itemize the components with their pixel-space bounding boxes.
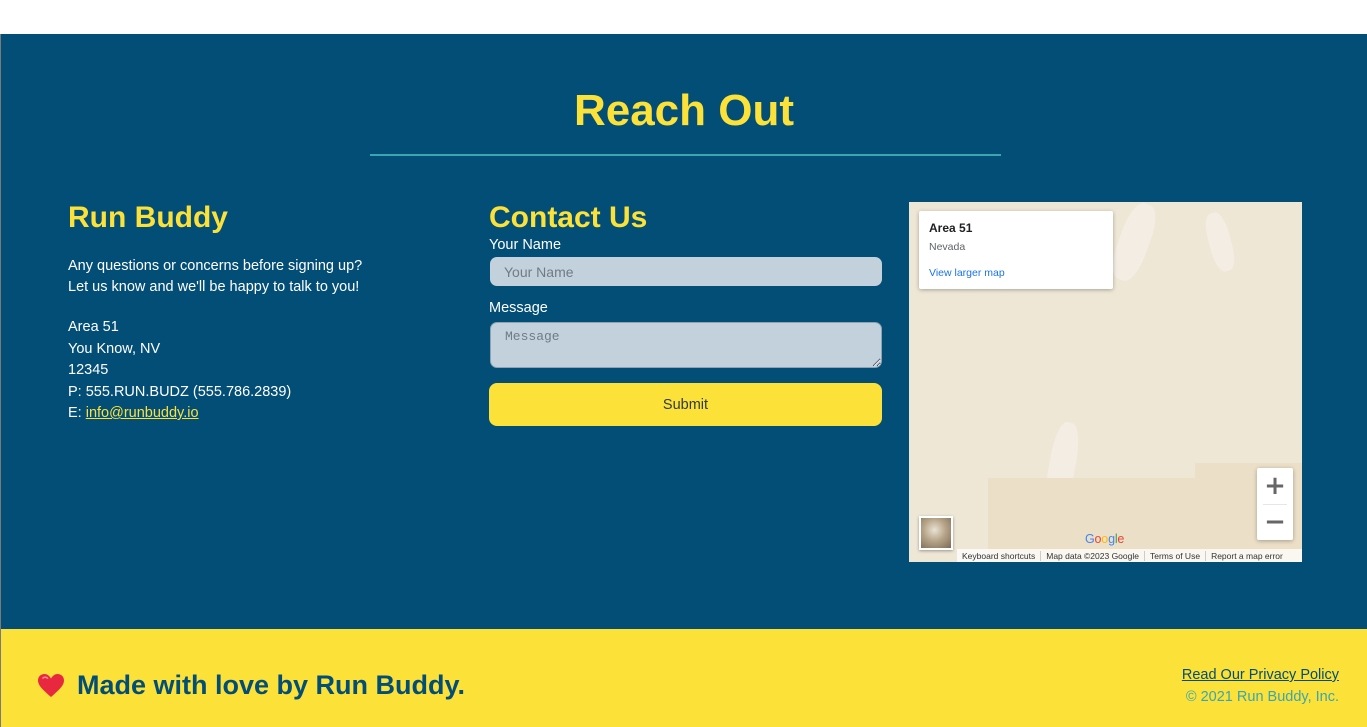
map-place-card: Area 51 Nevada View larger map	[919, 211, 1113, 289]
map-data-text: Map data ©2023 Google	[1041, 550, 1145, 561]
address-line-1: Area 51	[68, 319, 119, 335]
email-link[interactable]: info@runbuddy.io	[86, 405, 199, 421]
footer-tagline: Made with love by Run Buddy.	[77, 670, 466, 700]
email-prefix: E:	[68, 405, 86, 421]
map-zoom-control: + −	[1257, 468, 1293, 540]
minus-icon[interactable]: −	[1257, 504, 1293, 540]
address-line-3: 12345	[68, 362, 109, 378]
info-column: Run Buddy Any questions or concerns befo…	[68, 200, 448, 425]
map-place-name: Area 51	[929, 221, 973, 235]
contact-section: Reach Out Run Buddy Any questions or con…	[1, 34, 1367, 629]
report-error-link[interactable]: Report a map error	[1206, 551, 1288, 561]
view-larger-map-link[interactable]: View larger map	[929, 267, 1005, 279]
phone-number: P: 555.RUN.BUDZ (555.786.2839)	[68, 383, 292, 400]
name-input[interactable]	[490, 257, 882, 286]
map-attribution-bar: Keyboard shortcuts Map data ©2023 Google…	[957, 549, 1302, 562]
address-line-2: You Know, NV	[68, 340, 161, 357]
footer: Made with love by Run Buddy. Read Our Pr…	[1, 629, 1367, 727]
name-label: Your Name	[489, 237, 562, 253]
message-input[interactable]	[490, 322, 882, 368]
map-place-region: Nevada	[929, 241, 966, 253]
terms-link[interactable]: Terms of Use	[1145, 550, 1207, 561]
embedded-map[interactable]: Area 51 Nevada View larger map + − Googl…	[909, 202, 1302, 562]
copyright-text: © 2021 Run Buddy, Inc.	[1185, 689, 1339, 705]
address-block: Area 51 You Know, NV 12345 P: 555.RUN.BU…	[68, 317, 448, 425]
map-terrain-ridge	[1201, 210, 1239, 274]
map-terrain-ridge	[1106, 202, 1162, 285]
top-white-strip	[0, 0, 1367, 34]
contact-form: Contact Us Your Name Message Submit	[489, 200, 883, 426]
street-view-icon[interactable]	[919, 516, 953, 550]
info-intro-line-2: Let us know and we'll be happy to talk t…	[68, 279, 360, 295]
keyboard-shortcuts-link[interactable]: Keyboard shortcuts	[957, 550, 1042, 561]
plus-icon[interactable]: +	[1257, 468, 1293, 504]
submit-button[interactable]: Submit	[489, 383, 882, 426]
info-intro-line-1: Any questions or concerns before signing…	[68, 258, 363, 274]
heart-icon	[38, 674, 64, 697]
info-heading: Run Buddy	[68, 201, 228, 234]
info-intro: Any questions or concerns before signing…	[68, 256, 448, 298]
form-heading: Contact Us	[489, 201, 648, 234]
google-logo-text: Google	[1085, 532, 1125, 546]
message-label: Message	[489, 300, 548, 316]
title-divider	[370, 154, 1001, 156]
privacy-policy-link[interactable]: Read Our Privacy Policy	[1182, 667, 1339, 683]
google-logo: Google	[1085, 532, 1124, 546]
section-title: Reach Out	[573, 86, 795, 135]
